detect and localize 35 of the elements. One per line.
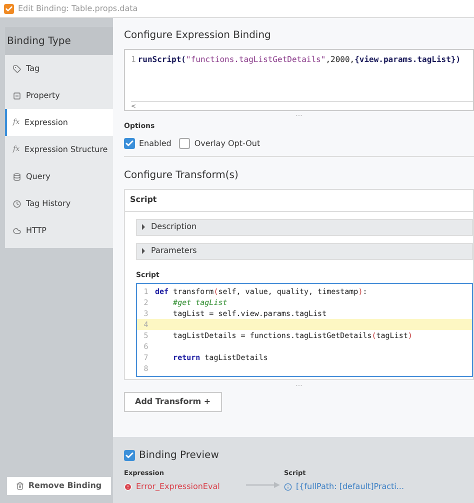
collapsible-section[interactable]: Description: [136, 218, 473, 236]
checkbox-label: Overlay Opt-Out: [194, 138, 260, 150]
sidebar-header: Binding Type: [7, 34, 71, 48]
tag-icon: [13, 64, 21, 72]
card-title: Script: [130, 194, 157, 206]
section-title: Configure Transform(s): [124, 168, 240, 182]
caret-icon: [142, 224, 145, 230]
script-result: [{fullPath: [default]Practi...: [296, 480, 404, 493]
info-icon: [284, 482, 292, 491]
checkbox-label: Enabled: [139, 138, 172, 150]
checkbox[interactable]: [179, 138, 190, 149]
checkbox[interactable]: [124, 138, 135, 149]
caret-icon: [142, 248, 145, 254]
app-icon: [4, 4, 14, 14]
clock-icon: [13, 200, 21, 208]
code-line: runScript("functions.tagListGetDetails",2000,{view.params.tagList}): [138, 54, 461, 66]
cloud-icon: [13, 226, 21, 234]
add-transform-button[interactable]: Add Transform +: [124, 392, 222, 412]
arrow-icon: [246, 482, 280, 488]
trash-icon: [16, 482, 24, 490]
binding-type-item[interactable]: Property: [5, 82, 113, 109]
binding-type-item[interactable]: Query: [5, 163, 113, 190]
database-icon: [13, 172, 21, 180]
checkbox[interactable]: [124, 450, 135, 461]
binding-type-item[interactable]: Tag History: [5, 190, 113, 217]
binding-type-item[interactable]: Tag: [5, 55, 113, 82]
binding-type-item[interactable]: HTTP: [5, 217, 113, 244]
expression-result: Error_ExpressionEval: [136, 480, 220, 493]
collapsible-section[interactable]: Parameters: [136, 242, 473, 260]
remove-binding-button[interactable]: Remove Binding: [7, 477, 111, 495]
error-icon: [124, 482, 132, 491]
line-number: 1: [131, 54, 136, 66]
section-title: Configure Expression Binding: [124, 29, 272, 43]
window-title: Edit Binding: Table.props.data: [18, 2, 138, 14]
preview-title: Binding Preview: [139, 449, 219, 463]
